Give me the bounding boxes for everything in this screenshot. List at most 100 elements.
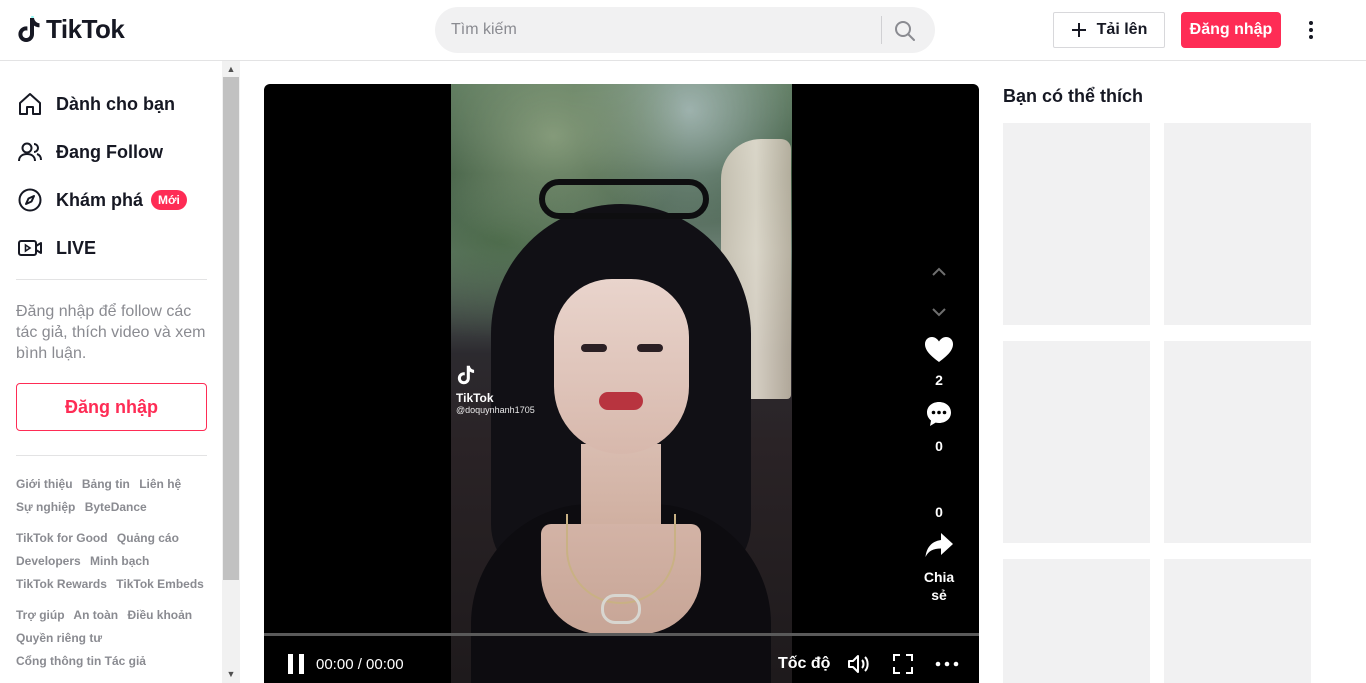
video-subject-eye: [581, 344, 607, 352]
video-subject-face: [554, 279, 689, 454]
sidebar-divider: [16, 455, 207, 456]
video-player[interactable]: TikTok @doquynhanh1705 2 0 0 Chia sẻ 00:…: [264, 84, 979, 683]
following-icon: [16, 138, 44, 166]
volume-icon: [848, 655, 869, 673]
sidebar-scrollbar[interactable]: ▲ ▼: [222, 61, 240, 683]
recommended-video-card[interactable]: [1164, 559, 1311, 683]
footer-link[interactable]: Liên hệ: [139, 477, 181, 491]
footer-link[interactable]: Giới thiệu: [16, 477, 73, 491]
fullscreen-button[interactable]: [892, 653, 916, 675]
share-label: Chia sẻ: [923, 569, 955, 603]
nav-item-for-you[interactable]: Dành cho bạn: [16, 84, 175, 124]
search-divider: [881, 16, 882, 44]
share-button[interactable]: [919, 531, 959, 564]
plus-icon: [1071, 23, 1086, 37]
footer-link[interactable]: TikTok Embeds: [116, 577, 204, 591]
previous-video-button[interactable]: [927, 260, 951, 284]
search-button[interactable]: [893, 19, 917, 43]
video-subject-sunglasses: [539, 179, 709, 219]
more-menu-button[interactable]: [1300, 18, 1322, 42]
upload-label: Tải lên: [1096, 21, 1148, 38]
pause-icon-bar: [299, 654, 304, 674]
fullscreen-icon: [893, 654, 913, 674]
like-button[interactable]: [919, 336, 959, 369]
recommended-video-card[interactable]: [1003, 123, 1150, 325]
comment-icon: [927, 402, 951, 426]
video-subject-pendant: [601, 594, 641, 624]
footer-links-group-2: TikTok for Good Quảng cáo Developers Min…: [16, 527, 216, 596]
upload-button[interactable]: Tải lên: [1053, 12, 1165, 48]
like-count: 2: [935, 372, 943, 388]
tiktok-watermark-icon: [457, 365, 475, 385]
footer-link[interactable]: Quyền riêng tư: [16, 631, 102, 645]
video-controls: 00:00 / 00:00 Tốc độ: [264, 644, 979, 683]
home-icon: [16, 90, 44, 118]
logo-text: TikTok: [46, 14, 125, 44]
video-watermark: TikTok @doquynhanh1705: [456, 364, 535, 415]
video-more-button[interactable]: [935, 653, 959, 675]
footer-link[interactable]: TikTok for Good: [16, 531, 108, 545]
chevron-up-icon: [932, 267, 946, 276]
share-count: 0: [935, 504, 943, 520]
nav-item-live[interactable]: LIVE: [16, 228, 96, 268]
footer-link[interactable]: Quảng cáo: [117, 531, 179, 545]
recommended-video-card[interactable]: [1003, 341, 1150, 543]
video-subject-lips: [599, 392, 643, 410]
top-header: TikTok Tải lên Đăng nhập: [0, 0, 1366, 61]
nav-item-following[interactable]: Đang Follow: [16, 132, 163, 172]
share-icon: [925, 533, 953, 557]
pause-icon: [288, 654, 293, 674]
footer-link[interactable]: An toàn: [73, 608, 118, 622]
login-prompt-text: Đăng nhập để follow các tác giả, thích v…: [16, 303, 206, 362]
next-video-button[interactable]: [927, 300, 951, 324]
footer-link[interactable]: Minh bạch: [90, 554, 149, 568]
heart-icon: [925, 337, 953, 362]
footer-link[interactable]: TikTok Rewards: [16, 577, 107, 591]
recommended-video-card[interactable]: [1164, 123, 1311, 325]
nav-label-explore: Khám phá: [56, 189, 144, 210]
more-dot: [1309, 35, 1313, 39]
footer-link[interactable]: Cổng thông tin Tác giả: [16, 654, 146, 668]
search-icon: [895, 21, 915, 41]
search-bar: [435, 7, 935, 53]
footer-link[interactable]: Trợ giúp: [16, 608, 65, 622]
footer-link[interactable]: Bảng tin: [82, 477, 130, 491]
recommended-video-card[interactable]: [1164, 341, 1311, 543]
footer-link[interactable]: Developers: [16, 554, 81, 568]
footer-link[interactable]: Điều khoản: [127, 608, 192, 622]
sidebar-login-button[interactable]: Đăng nhập: [16, 383, 207, 431]
recommended-video-card[interactable]: [1003, 559, 1150, 683]
footer-links-group-3: Trợ giúp An toàn Điều khoản Quyền riêng …: [16, 604, 216, 673]
footer-link[interactable]: ByteDance: [85, 500, 147, 514]
search-input[interactable]: [451, 19, 871, 41]
scroll-up-arrow-icon[interactable]: ▲: [226, 64, 236, 74]
explore-icon: [16, 186, 44, 214]
more-dots-icon: [1309, 21, 1313, 25]
more-horizontal-icon: [935, 661, 959, 667]
footer-links-group-1: Giới thiệu Bảng tin Liên hệ Sự nghiệp By…: [16, 473, 216, 519]
scrollbar-thumb[interactable]: [223, 77, 239, 580]
header-login-button[interactable]: Đăng nhập: [1181, 12, 1281, 48]
recommendations-title: Bạn có thể thích: [1003, 86, 1144, 106]
live-icon: [16, 234, 44, 262]
tiktok-logo[interactable]: TikTok: [16, 14, 125, 45]
footer-link[interactable]: Sự nghiệp: [16, 500, 75, 514]
pause-button[interactable]: [288, 654, 304, 674]
nav-item-explore[interactable]: Khám phá Mới: [16, 180, 187, 220]
nav-label-following: Đang Follow: [56, 141, 163, 162]
more-dot: [1309, 28, 1313, 32]
comment-count: 0: [935, 438, 943, 454]
comment-button[interactable]: [919, 400, 959, 433]
watermark-name: TikTok: [456, 391, 494, 405]
video-time: 00:00 / 00:00: [316, 656, 404, 673]
playback-speed-button[interactable]: Tốc độ: [778, 655, 830, 673]
sidebar-divider: [16, 279, 207, 280]
scroll-down-arrow-icon[interactable]: ▼: [226, 669, 236, 679]
sidebar: Dành cho bạn Đang Follow Khám phá Mới LI…: [0, 61, 240, 683]
video-subject-eye: [637, 344, 663, 352]
video-frame-image: TikTok @doquynhanh1705: [451, 84, 792, 683]
video-progress-bar[interactable]: [264, 633, 979, 636]
chevron-down-icon: [932, 308, 946, 317]
new-badge: Mới: [151, 190, 187, 210]
volume-button[interactable]: [847, 653, 871, 675]
